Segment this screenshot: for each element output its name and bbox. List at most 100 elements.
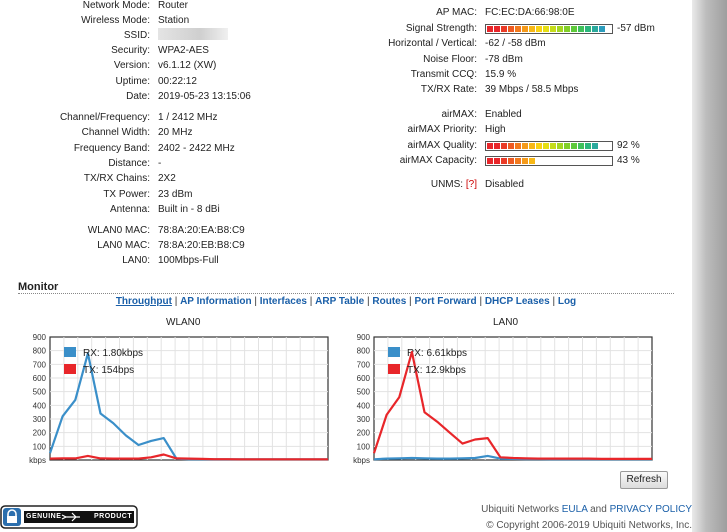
y-tick-label: 800 [33, 347, 47, 356]
airmax-capacity-bar [485, 155, 613, 166]
y-tick-label: 100 [33, 442, 47, 451]
status-value: Built in - 8 dBi [158, 204, 220, 215]
y-tick-label: 900 [357, 333, 371, 342]
noise-floor-value: -78 dBm [485, 54, 523, 65]
bar-segment [557, 25, 563, 32]
bar-segment [501, 157, 507, 164]
bar-segment [529, 25, 535, 32]
bar-segment [529, 157, 535, 164]
status-value: 78:8A:20:EB:B8:C9 [158, 240, 245, 251]
status-row: Antenna: Built in - 8 dBi [0, 202, 220, 217]
unms-value: Disabled [485, 179, 524, 190]
bar-segment [564, 25, 570, 32]
bar-segment [487, 25, 493, 32]
airmax-capacity-label: airMAX Capacity: [399, 155, 477, 166]
legend-swatch [64, 364, 76, 374]
y-tick-label: 700 [33, 360, 47, 369]
rate-value: 39 Mbps / 58.5 Mbps [485, 84, 579, 95]
unms-help-link[interactable]: [?] [466, 179, 477, 190]
airmax-quality-label: airMAX Quality: [407, 140, 477, 151]
y-tick-label: 500 [33, 388, 47, 397]
ccq-row: Transmit CCQ: 15.9 % [0, 67, 516, 82]
airmax-priority-value: High [485, 124, 506, 135]
legend-label: TX: 12.9kbps [407, 365, 466, 376]
legend-swatch [388, 347, 400, 357]
bar-segment [550, 142, 556, 149]
y-tick-label: kbps [353, 456, 370, 465]
y-tick-label: 300 [33, 415, 47, 424]
bar-segment [599, 25, 605, 32]
y-tick-label: 700 [357, 360, 371, 369]
privacy-policy-link[interactable]: PRIVACY POLICY [610, 504, 692, 515]
y-tick-label: 400 [357, 401, 371, 410]
bar-segment [508, 142, 514, 149]
status-label: LAN0 MAC: [97, 240, 150, 251]
airmax-label: airMAX: [441, 109, 477, 120]
copyright-text: © Copyright 2006-2019 Ubiquiti Networks,… [486, 520, 692, 531]
tab-interfaces[interactable]: Interfaces [260, 296, 307, 307]
legend-swatch [64, 347, 76, 357]
y-tick-label: 400 [33, 401, 47, 410]
status-value: 100Mbps-Full [158, 255, 219, 266]
tab-dhcp-leases[interactable]: DHCP Leases [485, 296, 550, 307]
airmax-value: Enabled [485, 109, 522, 120]
bar-segment [515, 157, 521, 164]
unms-row: UNMS: [?] Disabled [0, 177, 524, 192]
refresh-button[interactable]: Refresh [620, 471, 668, 489]
signal-strength-bar [485, 23, 613, 34]
eula-link[interactable]: EULA [562, 504, 588, 515]
bar-segment [557, 158, 563, 164]
tab-separator: | [171, 296, 181, 307]
bar-segment [494, 142, 500, 149]
tab-separator: | [549, 296, 558, 307]
scrollbar[interactable] [692, 0, 727, 532]
airmax-capacity-row: airMAX Capacity: 43 % [0, 153, 640, 168]
bar-segment [515, 25, 521, 32]
monitor-tabs: Throughput | AP Information | Interfaces… [0, 296, 692, 307]
ap-mac-value: FC:EC:DA:66:98:0E [485, 7, 575, 18]
bar-segment [543, 158, 549, 164]
y-tick-label: 300 [357, 415, 371, 424]
bar-segment [571, 142, 577, 149]
bar-segment [536, 142, 542, 149]
signal-strength-row: Signal Strength: -57 dBm [0, 21, 655, 36]
footer-and: and [590, 504, 607, 515]
bar-segment [571, 158, 577, 164]
status-label: LAN0: [122, 255, 150, 266]
bar-segment [585, 158, 591, 164]
bar-segment [543, 25, 549, 32]
signal-strength-label: Signal Strength: [405, 23, 477, 34]
airmax-quality-value: 92 % [617, 140, 640, 151]
hv-label: Horizontal / Vertical: [388, 38, 477, 49]
tab-throughput[interactable]: Throughput [116, 296, 172, 307]
footer-brand: Ubiquiti Networks [481, 504, 559, 515]
bar-segment [529, 142, 535, 149]
y-tick-label: 200 [357, 429, 371, 438]
bar-segment [592, 142, 598, 149]
y-tick-label: 500 [357, 388, 371, 397]
bar-segment [585, 142, 591, 149]
bar-segment [536, 25, 542, 32]
status-label: WLAN0 MAC: [87, 225, 150, 236]
lan0-chart-title: LAN0 [493, 317, 519, 328]
bar-segment [522, 25, 528, 32]
status-row: LAN0 MAC: 78:8A:20:EB:B8:C9 [0, 238, 245, 253]
bar-segment [564, 142, 570, 149]
tab-ap-information[interactable]: AP Information [180, 296, 251, 307]
bar-segment [522, 157, 528, 164]
y-tick-label: 200 [33, 429, 47, 438]
monitor-title: Monitor [18, 281, 59, 293]
tab-port-forward[interactable]: Port Forward [414, 296, 476, 307]
wlan0-chart: kbps 100 200 300 400 500 600 700 800 900 RX: 1.80k… [29, 333, 329, 465]
status-row: WLAN0 MAC: 78:8A:20:EA:B8:C9 [0, 223, 245, 238]
tab-routes[interactable]: Routes [372, 296, 406, 307]
y-tick-label: 800 [357, 347, 371, 356]
status-value: 78:8A:20:EA:B8:C9 [158, 225, 245, 236]
bar-segment [501, 25, 507, 32]
signal-strength-value: -57 dBm [617, 23, 655, 34]
tab-arp-table[interactable]: ARP Table [315, 296, 364, 307]
wlan0-chart-title: WLAN0 [166, 317, 201, 328]
tab-log[interactable]: Log [558, 296, 576, 307]
y-tick-label: 600 [33, 374, 47, 383]
bar-segment [501, 142, 507, 149]
